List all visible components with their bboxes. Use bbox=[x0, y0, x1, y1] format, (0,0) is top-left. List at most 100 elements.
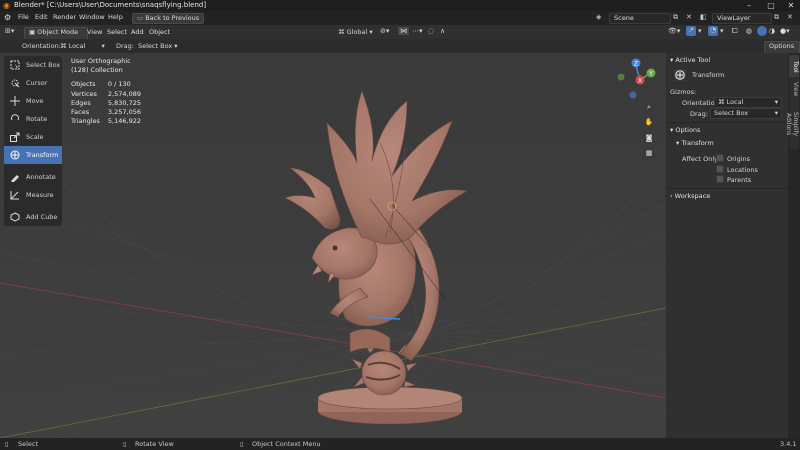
menu-file[interactable]: File bbox=[18, 13, 29, 21]
parents-checkbox[interactable]: Parents bbox=[716, 175, 751, 184]
status-context-menu: Object Context Menu bbox=[252, 440, 321, 448]
divider bbox=[666, 122, 788, 123]
window-title: Blender* [C:\Users\User\Documents\snaqsf… bbox=[14, 1, 207, 9]
options-section-header[interactable]: ▾ Options bbox=[670, 126, 700, 134]
npanel-drag-dropdown[interactable]: Select Box ▾ bbox=[710, 108, 782, 119]
pivot-icon[interactable]: ⊘▾ bbox=[380, 27, 389, 35]
drag-dropdown[interactable]: Select Box ▾ bbox=[138, 42, 178, 50]
transform-tool-icon bbox=[674, 69, 686, 81]
active-tool-name: Transform bbox=[692, 71, 725, 79]
npanel-orientation-dropdown[interactable]: ⌘ Local ▾ bbox=[714, 97, 782, 108]
close-icon[interactable]: ✕ bbox=[780, 0, 800, 11]
viewport-stats: User Orthographic (128) Collection Objec… bbox=[71, 57, 149, 126]
tool-shelf: Select Box Cursor Move Rotate Scale Tran… bbox=[4, 56, 62, 226]
local-orientation-icon: ⌘ bbox=[60, 42, 69, 50]
scene-selector[interactable]: Scene bbox=[609, 13, 671, 24]
back-to-previous-button[interactable]: ▭ Back to Previous bbox=[132, 13, 205, 24]
drag-label: Drag: bbox=[116, 42, 134, 50]
visibility-icon[interactable]: 👁▾ bbox=[668, 27, 680, 35]
orientation-label: Orientation: bbox=[22, 42, 61, 50]
screen-icon: ▭ bbox=[137, 14, 146, 22]
material-shading-icon[interactable]: ◑ bbox=[769, 27, 775, 35]
header-menu-add[interactable]: Add bbox=[131, 28, 144, 36]
origins-checkbox[interactable]: Origins bbox=[716, 154, 750, 163]
measure-ruler-icon bbox=[10, 191, 19, 200]
overlays-dropdown-icon[interactable]: ▾ bbox=[720, 27, 724, 35]
tool-select-box[interactable]: Select Box bbox=[4, 56, 62, 74]
tool-annotate[interactable]: Annotate bbox=[4, 168, 62, 186]
rendered-shading-icon[interactable]: ●▾ bbox=[780, 27, 790, 35]
header-menu-select[interactable]: Select bbox=[107, 28, 127, 36]
npanel-drag-label: Drag: bbox=[690, 110, 708, 118]
menu-edit[interactable]: Edit bbox=[35, 13, 48, 21]
collection-name: (128) Collection bbox=[71, 66, 123, 75]
editor-type-icon[interactable]: ⊞▾ bbox=[5, 27, 14, 35]
blender-logo-icon: ◉ bbox=[3, 1, 10, 10]
stats-table: Objects 0 / 130 Vertices 2,574,089 Edges 5,… bbox=[71, 80, 149, 126]
new-scene-icon[interactable]: ⧉ bbox=[673, 13, 678, 22]
delete-scene-icon[interactable]: ✕ bbox=[686, 13, 692, 21]
tool-add-cube[interactable]: Add Cube bbox=[4, 208, 62, 226]
snap-target-icon[interactable]: ⋯▾ bbox=[412, 27, 423, 35]
blender-menu-icon[interactable]: ⚙ bbox=[4, 13, 11, 22]
workspace-section-header[interactable]: › Workspace bbox=[670, 192, 710, 200]
tab-simplify-addons[interactable]: Simplify Addons bbox=[785, 99, 799, 149]
mouse-left-icon: ▯ bbox=[5, 440, 9, 448]
tab-view[interactable]: View bbox=[789, 77, 799, 101]
locations-checkbox[interactable]: Locations bbox=[716, 165, 758, 174]
wireframe-shading-icon[interactable]: ◍ bbox=[746, 27, 752, 35]
orientation-dropdown[interactable]: ⌘ Local ▾ bbox=[60, 42, 105, 50]
transform-orientation-selector[interactable]: ⌘ Global ▾ bbox=[338, 28, 373, 36]
mouse-middle-icon: ▯ bbox=[123, 440, 127, 448]
tool-measure[interactable]: Measure bbox=[4, 186, 62, 204]
overlays-icon[interactable]: ◔ bbox=[708, 26, 718, 36]
sidebar-panel: ▾ Active Tool Transform Gizmos: Orientat… bbox=[666, 53, 788, 438]
select-box-icon bbox=[10, 60, 20, 70]
orientation-icon: ⌘ bbox=[338, 28, 347, 36]
view-layer-selector[interactable]: ViewLayer bbox=[712, 13, 772, 24]
table-row: Triangles 5,146,922 bbox=[71, 117, 142, 126]
menu-bar: ⚙ File Edit Render Window Help ▭ Back to… bbox=[0, 11, 800, 25]
gizmo-y-label: Y bbox=[648, 71, 653, 78]
tool-scale[interactable]: Scale bbox=[4, 128, 62, 146]
gizmo-x-label: X bbox=[638, 78, 642, 85]
annotate-pencil-icon bbox=[11, 175, 19, 182]
minimize-icon[interactable]: – bbox=[738, 0, 760, 11]
menu-window[interactable]: Window bbox=[79, 13, 105, 21]
falloff-icon[interactable]: ∧ bbox=[440, 27, 445, 35]
status-select: Select bbox=[18, 440, 39, 448]
scene-icon[interactable]: ◈ bbox=[596, 13, 601, 21]
header-menu-object[interactable]: Object bbox=[149, 28, 170, 36]
xray-icon[interactable]: ⧠ bbox=[732, 27, 738, 36]
gizmo-dropdown-icon[interactable]: ▾ bbox=[698, 27, 702, 35]
active-tool-header[interactable]: ▾ Active Tool bbox=[670, 56, 710, 64]
gizmo-toggle-icon[interactable]: ↗ bbox=[686, 26, 696, 36]
new-view-layer-icon[interactable]: ⧉ bbox=[774, 13, 779, 22]
header-menu-view[interactable]: View bbox=[87, 28, 102, 36]
maximize-icon[interactable]: ▢ bbox=[760, 0, 782, 11]
solid-shading-icon[interactable] bbox=[757, 26, 767, 36]
delete-view-layer-icon[interactable]: ✕ bbox=[787, 13, 793, 21]
perspective-toggle-icon[interactable]: ▦ bbox=[643, 147, 655, 159]
tool-cursor[interactable]: Cursor bbox=[4, 74, 62, 92]
snap-icon[interactable]: ⋈ bbox=[398, 27, 409, 35]
proportional-edit-icon[interactable]: ◌ bbox=[428, 27, 434, 35]
menu-render[interactable]: Render bbox=[53, 13, 76, 21]
pan-hand-icon[interactable]: ✋ bbox=[643, 116, 655, 128]
tab-tool[interactable]: Tool bbox=[789, 55, 799, 79]
divider bbox=[666, 188, 788, 189]
camera-view-icon[interactable]: ◙ bbox=[643, 132, 655, 144]
viewport-header: ⊞▾ ▣ Object Mode ▾ View Select Add Objec… bbox=[0, 25, 800, 47]
cursor-icon bbox=[11, 79, 20, 88]
zoom-icon[interactable]: ⌕ bbox=[643, 101, 655, 113]
object-mode-icon: ▣ bbox=[29, 28, 38, 36]
transform-subsection-header[interactable]: ▾ Transform bbox=[676, 139, 714, 147]
menu-help[interactable]: Help bbox=[108, 13, 123, 21]
version-label: 3.4.1 bbox=[780, 440, 797, 448]
view-layer-icon[interactable]: ◧ bbox=[700, 13, 707, 21]
table-row: Edges 5,830,725 bbox=[71, 98, 142, 107]
tool-transform[interactable]: Transform bbox=[4, 146, 62, 164]
tool-move[interactable]: Move bbox=[4, 92, 62, 110]
tool-rotate[interactable]: Rotate bbox=[4, 110, 62, 128]
scale-icon bbox=[10, 132, 20, 142]
